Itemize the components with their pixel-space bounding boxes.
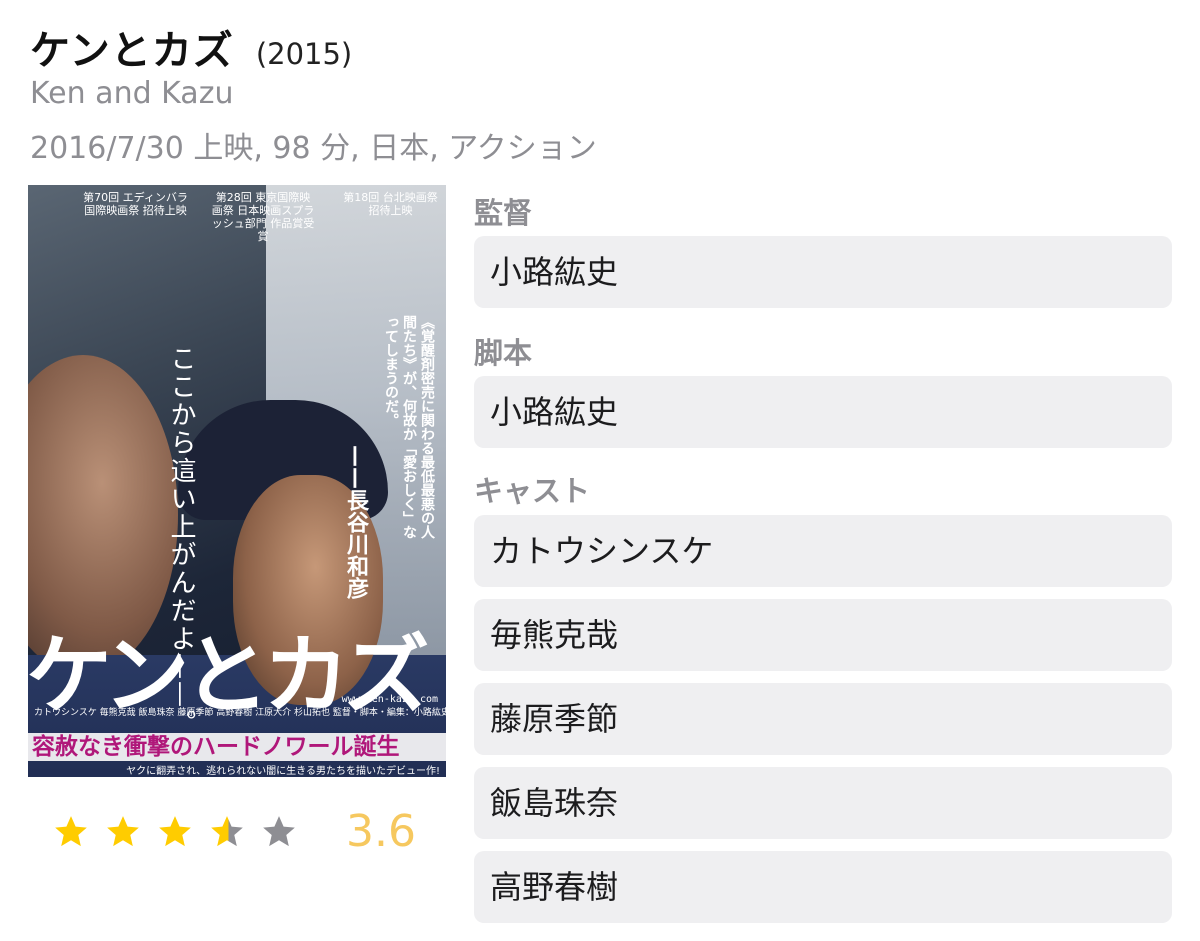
writer-label: 脚本 bbox=[474, 336, 533, 370]
cast-item[interactable]: 藤原季節 bbox=[474, 683, 1172, 755]
rating-score: 3.6 bbox=[346, 806, 416, 857]
movie-title: ケンとカズ bbox=[30, 28, 234, 74]
festival-laurel: 第18回 台北映画祭 招待上映 bbox=[343, 191, 438, 217]
director-label: 監督 bbox=[474, 196, 533, 230]
writer-item[interactable]: 小路紘史 bbox=[474, 376, 1172, 448]
movie-poster[interactable]: 第70回 エディンバラ 国際映画祭 招待上映 第28回 東京国際映画祭 日本映画… bbox=[28, 185, 446, 777]
festival-laurel: 第70回 エディンバラ 国際映画祭 招待上映 bbox=[83, 191, 188, 217]
star-icon bbox=[159, 815, 191, 846]
star-icon bbox=[55, 815, 87, 846]
cast-item[interactable]: 毎熊克哉 bbox=[474, 599, 1172, 671]
movie-meta: 2016/7/30 上映, 98 分, 日本, アクション bbox=[30, 131, 597, 166]
festival-laurel: 第28回 東京国際映画祭 日本映画スプラッシュ部門 作品賞受賞 bbox=[211, 191, 315, 243]
poster-subline: ヤクに翻弄され、逃れられない闇に生きる男たちを描いたデビュー作! bbox=[126, 766, 440, 777]
poster-festival-laurels: 第70回 エディンバラ 国際映画祭 招待上映 第28回 東京国際映画祭 日本映画… bbox=[83, 191, 443, 243]
empty-star-icon bbox=[263, 815, 295, 846]
half-star-icon bbox=[211, 815, 243, 846]
cast-item[interactable]: カトウシンスケ bbox=[474, 515, 1172, 587]
cast-item[interactable]: 飯島珠奈 bbox=[474, 767, 1172, 839]
movie-year: (2015) bbox=[255, 37, 353, 71]
poster-credits: カトウシンスケ 毎熊克哉 飯島珠奈 藤原季節 高野春樹 江原大介 杉山拓也 監督… bbox=[34, 708, 446, 718]
poster-quote: 《覚醒剤密売に関わる最低最悪の人間たち》が、何故か「愛おしく」なってしまうのだ。 bbox=[383, 315, 435, 539]
cast-label: キャスト bbox=[474, 474, 591, 508]
title-row: ケンとカズ (2015) bbox=[30, 18, 352, 76]
poster-headline: 容赦なき衝撃のハードノワール誕生 bbox=[28, 733, 446, 761]
original-title: Ken and Kazu bbox=[30, 76, 234, 111]
star-rating: 3.6 bbox=[52, 806, 416, 857]
star-icon bbox=[107, 815, 139, 846]
director-item[interactable]: 小路紘史 bbox=[474, 236, 1172, 308]
cast-item[interactable]: 高野春樹 bbox=[474, 851, 1172, 923]
poster-url: www.ken-kazu.com bbox=[341, 694, 438, 705]
poster-quote-author: ——長谷川和彦 bbox=[343, 445, 368, 599]
